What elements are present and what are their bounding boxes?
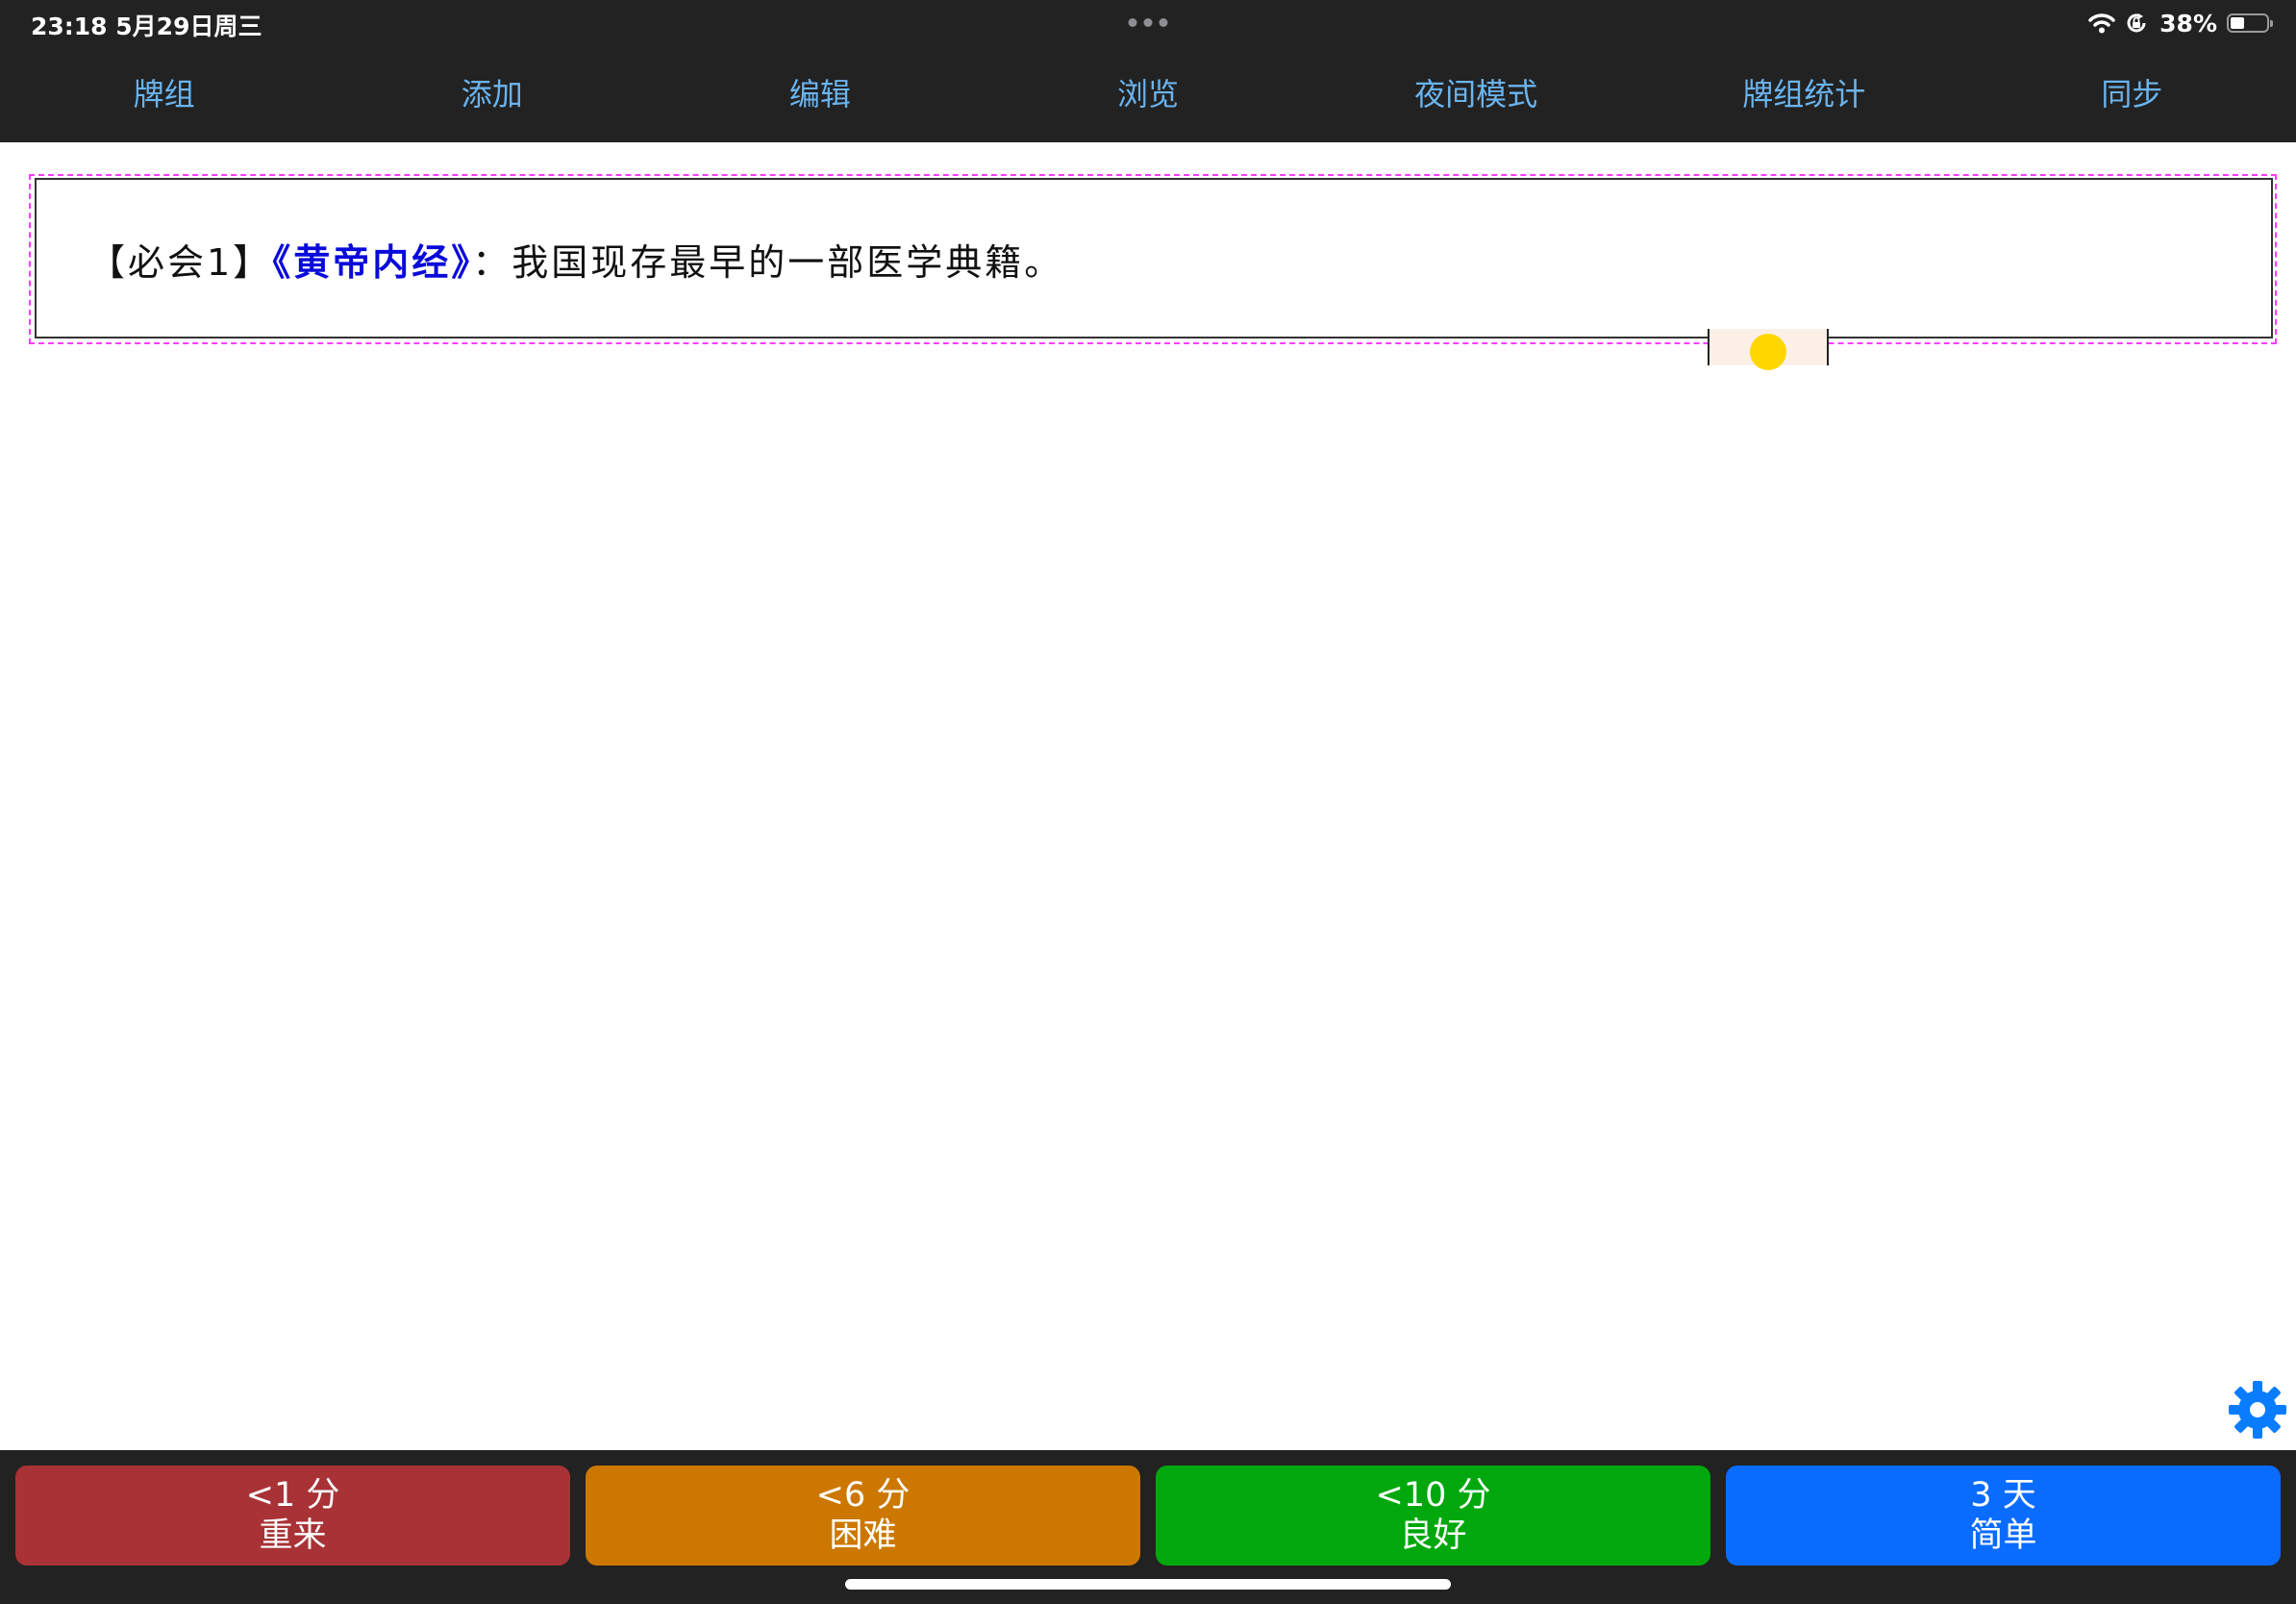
nav-sync-button[interactable]: 同步 bbox=[1968, 63, 2296, 127]
again-button[interactable]: <1 分 重来 bbox=[15, 1466, 570, 1566]
battery-icon bbox=[2227, 13, 2273, 33]
card-content: 我国现存最早的一部医学典籍。 bbox=[512, 241, 1064, 284]
hard-interval: <6 分 bbox=[815, 1476, 911, 1515]
hard-button[interactable]: <6 分 困难 bbox=[586, 1466, 1140, 1566]
card-question: 【必会1】《黄帝内经》：我国现存最早的一部医学典籍。 bbox=[88, 233, 1063, 286]
orientation-lock-icon bbox=[2127, 13, 2146, 33]
card-prefix: 【必会1】 bbox=[88, 241, 273, 284]
nav-add-button[interactable]: 添加 bbox=[328, 63, 656, 127]
battery-percent: 38% bbox=[2159, 9, 2217, 38]
gear-icon[interactable] bbox=[2227, 1379, 2288, 1441]
resize-handle[interactable] bbox=[1708, 329, 1829, 370]
easy-interval: 3 天 bbox=[1970, 1476, 2036, 1515]
wifi-icon bbox=[2088, 13, 2115, 34]
multitasking-dots-icon[interactable] bbox=[1128, 10, 1168, 35]
battery-level bbox=[2231, 17, 2244, 29]
home-indicator[interactable] bbox=[845, 1579, 1451, 1590]
good-label: 良好 bbox=[1399, 1516, 1467, 1555]
good-button[interactable]: <10 分 良好 bbox=[1156, 1466, 1710, 1566]
handle-knob[interactable] bbox=[1750, 334, 1786, 370]
handle-right-bar bbox=[1827, 329, 1829, 365]
easy-button[interactable]: 3 天 简单 bbox=[1726, 1466, 2281, 1566]
good-interval: <10 分 bbox=[1375, 1476, 1491, 1515]
nav-browse-button[interactable]: 浏览 bbox=[984, 63, 1311, 127]
card-book-title: 《黄帝内经》 bbox=[272, 241, 473, 284]
status-indicators: 38% bbox=[2088, 6, 2273, 40]
hard-label: 困难 bbox=[829, 1516, 897, 1555]
card-separator: ： bbox=[472, 241, 512, 284]
again-interval: <1 分 bbox=[245, 1476, 340, 1515]
nav-decks-button[interactable]: 牌组 bbox=[0, 63, 328, 127]
top-bar: 23:18 5月29日周三 38% 牌组 添加 编辑 浏览 夜间模式 牌组统计 … bbox=[0, 0, 2296, 142]
top-nav: 牌组 添加 编辑 浏览 夜间模式 牌组统计 同步 bbox=[0, 63, 2296, 127]
answer-buttons: <1 分 重来 <6 分 困难 <10 分 良好 3 天 简单 bbox=[15, 1466, 2281, 1566]
again-label: 重来 bbox=[259, 1516, 327, 1555]
handle-left-bar bbox=[1708, 329, 1710, 365]
nav-night-mode-button[interactable]: 夜间模式 bbox=[1312, 63, 1640, 127]
nav-edit-button[interactable]: 编辑 bbox=[656, 63, 984, 127]
nav-deck-stats-button[interactable]: 牌组统计 bbox=[1640, 63, 1968, 127]
easy-label: 简单 bbox=[1969, 1516, 2037, 1555]
status-time-date: 23:18 5月29日周三 bbox=[31, 13, 262, 40]
